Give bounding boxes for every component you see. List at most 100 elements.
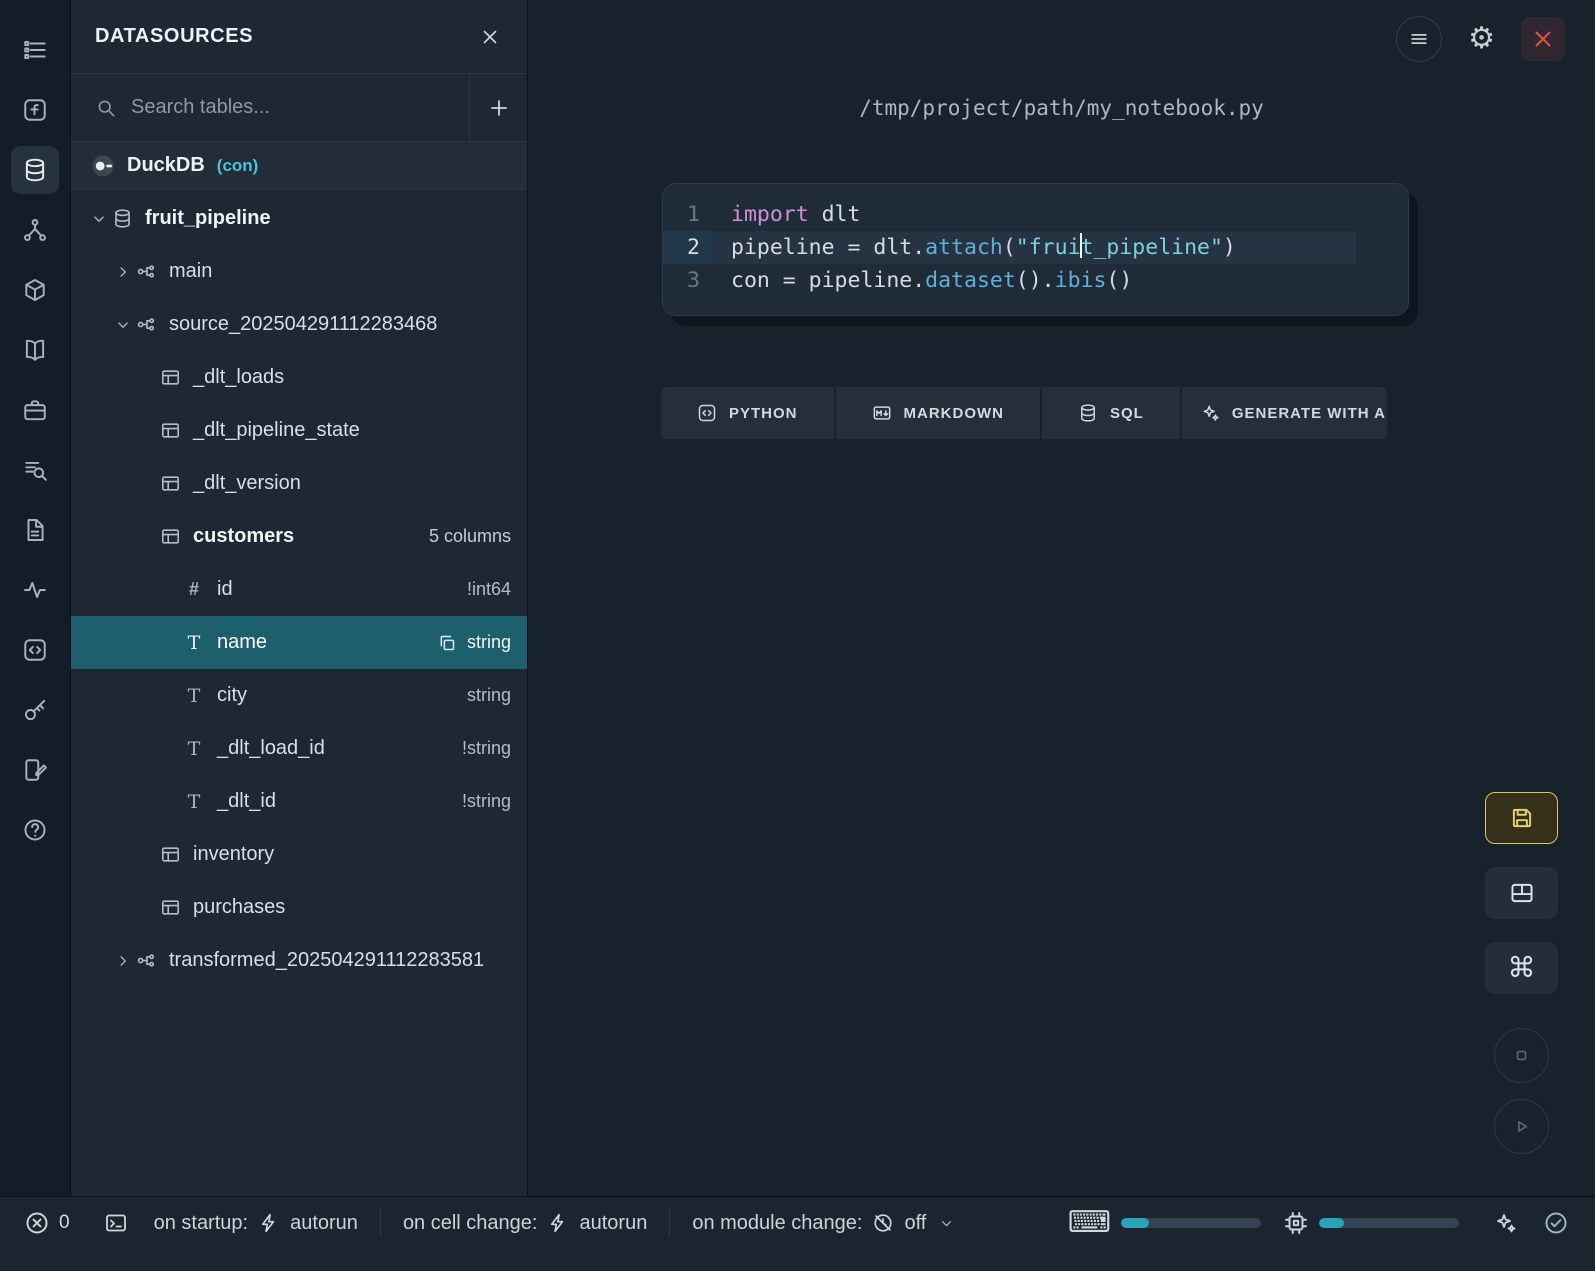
shutdown-button[interactable] <box>1521 17 1565 61</box>
setting-value: autorun <box>579 1212 647 1235</box>
tree-item-_dlt_pipeline_state[interactable]: _dlt_pipeline_state <box>71 404 527 457</box>
rail-scratchpad-button[interactable] <box>11 746 59 794</box>
command-palette-button[interactable]: ⌘ <box>1485 942 1558 994</box>
tree-item-customers[interactable]: customers5 columns <box>71 510 527 563</box>
status-right: ⌨ <box>1068 1208 1569 1238</box>
app-window: DATASOURCES DuckDB (con) fruit_pipelinem… <box>0 0 1595 1271</box>
tree-item-label: _dlt_version <box>193 472 301 495</box>
line-number: 2 <box>663 231 714 264</box>
scratchpad-icon <box>22 757 48 783</box>
settings-button[interactable]: ⚙ <box>1468 24 1495 54</box>
plus-icon <box>487 96 511 120</box>
play-icon <box>1511 1116 1532 1137</box>
chevron-right-icon[interactable] <box>111 952 135 970</box>
memory-usage-meter[interactable] <box>1121 1218 1261 1228</box>
tree-item-_dlt_version[interactable]: _dlt_version <box>71 457 527 510</box>
add-sql-cell-button[interactable]: SQL <box>1042 387 1180 439</box>
schema-icon <box>135 261 157 282</box>
runtime-settings: on startup:autorun on cell change: autorun… <box>154 1209 956 1237</box>
code-token: dataset <box>925 268 1016 293</box>
rail-help-button[interactable] <box>11 806 59 854</box>
divider <box>380 1209 381 1237</box>
code-token: ibis <box>1055 268 1107 293</box>
setting-label: on cell change: <box>403 1212 538 1235</box>
add-python-cell-button[interactable]: PYTHON <box>661 387 834 439</box>
chevron-down-icon[interactable] <box>111 316 135 334</box>
tree-item-city[interactable]: Tcitystring <box>71 669 527 722</box>
rail-packages-button[interactable] <box>11 266 59 314</box>
tree-item-label: main <box>169 260 212 283</box>
tree-item-label: _dlt_load_id <box>217 737 325 760</box>
add-table-button[interactable] <box>469 74 527 141</box>
terminal-button[interactable] <box>104 1211 128 1235</box>
errors-indicator[interactable]: 0 <box>24 1210 70 1236</box>
code-line-1[interactable]: 1import dlt <box>663 198 1408 231</box>
tree-item-name[interactable]: Tnamestring <box>71 616 527 669</box>
chevron-down-icon[interactable] <box>87 210 111 228</box>
tree-item-fruit_pipeline[interactable]: fruit_pipeline <box>71 192 527 245</box>
rail-file-tree-button[interactable] <box>11 26 59 74</box>
setting-on-module-change[interactable]: on module change:off <box>692 1212 955 1235</box>
tree-item-inventory[interactable]: inventory <box>71 828 527 881</box>
stop-button[interactable] <box>1494 1028 1549 1083</box>
rail-snippets-button[interactable] <box>11 386 59 434</box>
schema-tree: fruit_pipelinemain source_202504291112283… <box>71 190 527 1196</box>
code-line-2[interactable]: 2pipeline = dlt.attach("fruit_pipeline") <box>663 231 1408 264</box>
connection-row-duckdb[interactable]: DuckDB (con) <box>71 142 527 190</box>
rail-documentation-button[interactable] <box>11 326 59 374</box>
logs-icon <box>22 457 48 483</box>
database-icon <box>111 208 133 229</box>
setting-on-startup[interactable]: on startup:autorun <box>154 1212 358 1235</box>
tree-item-source_202504291112283468[interactable]: source_202504291112283468 <box>71 298 527 351</box>
run-button[interactable] <box>1494 1099 1549 1154</box>
cpu-usage-meter[interactable] <box>1319 1218 1459 1228</box>
rail-logs-button[interactable] <box>11 446 59 494</box>
search-icon <box>95 97 117 119</box>
layout-button[interactable] <box>1485 867 1558 919</box>
text-column-icon: T <box>183 738 205 760</box>
code-token: () <box>1106 268 1132 293</box>
divider <box>669 1209 670 1237</box>
generate-with-ai-button[interactable]: GENERATE WITH AI <box>1182 387 1387 439</box>
tree-item-_dlt_load_id[interactable]: T _dlt_load_id !string <box>71 722 527 775</box>
tree-item-label: _dlt_id <box>217 790 276 813</box>
text-column-icon: T <box>183 685 205 707</box>
tree-item-purchases[interactable]: purchases <box>71 881 527 934</box>
rail-dependencies-button[interactable] <box>11 206 59 254</box>
tree-item-label: transformed_202504291112283581 <box>169 949 484 972</box>
code-token: t_pipeline" <box>1081 235 1223 260</box>
code-cell[interactable]: 1import dlt2pipeline = dlt.attach("fruit… <box>662 183 1409 316</box>
close-panel-button[interactable] <box>479 26 501 48</box>
rail-secrets-button[interactable] <box>11 686 59 734</box>
code-token: "frui <box>1016 235 1081 260</box>
tree-item-meta: !string <box>462 738 511 759</box>
setting-on-cell-change[interactable]: on cell change: autorun <box>403 1212 647 1235</box>
help-icon <box>22 817 48 843</box>
rail-code-panel-button[interactable] <box>11 626 59 674</box>
connection-name: DuckDB <box>127 154 205 177</box>
tree-item-id[interactable]: #id!int64 <box>71 563 527 616</box>
chevron-right-icon[interactable] <box>111 263 135 281</box>
ai-sparkles-icon[interactable] <box>1493 1211 1517 1235</box>
setting-label: on module change: <box>692 1212 862 1235</box>
tree-item-transformed_202504291112283581[interactable]: transformed_202504291112283581 <box>71 934 527 987</box>
tree-item-_dlt_id[interactable]: T_dlt_id!string <box>71 775 527 828</box>
rail-file-button[interactable] <box>11 506 59 554</box>
code-line-3[interactable]: 3con = pipeline.dataset().ibis() <box>663 264 1408 297</box>
copy-icon[interactable] <box>437 633 457 653</box>
tree-item-meta: 5 columns <box>429 526 511 547</box>
search-tables-input[interactable] <box>131 96 455 119</box>
rail-datasources-button[interactable] <box>11 146 59 194</box>
tree-item-label: city <box>217 684 247 707</box>
menu-button[interactable] <box>1396 16 1442 62</box>
schema-icon <box>135 950 157 971</box>
tree-item-label: inventory <box>193 843 274 866</box>
code-token: dlt <box>809 202 861 227</box>
tree-item-main[interactable]: main <box>71 245 527 298</box>
save-button[interactable] <box>1485 792 1558 844</box>
add-markdown-cell-button[interactable]: MARKDOWN <box>836 387 1040 439</box>
rail-variables-button[interactable] <box>11 86 59 134</box>
bolt-icon <box>547 1212 569 1234</box>
tree-item-_dlt_loads[interactable]: _dlt_loads <box>71 351 527 404</box>
rail-tracebacks-button[interactable] <box>11 566 59 614</box>
